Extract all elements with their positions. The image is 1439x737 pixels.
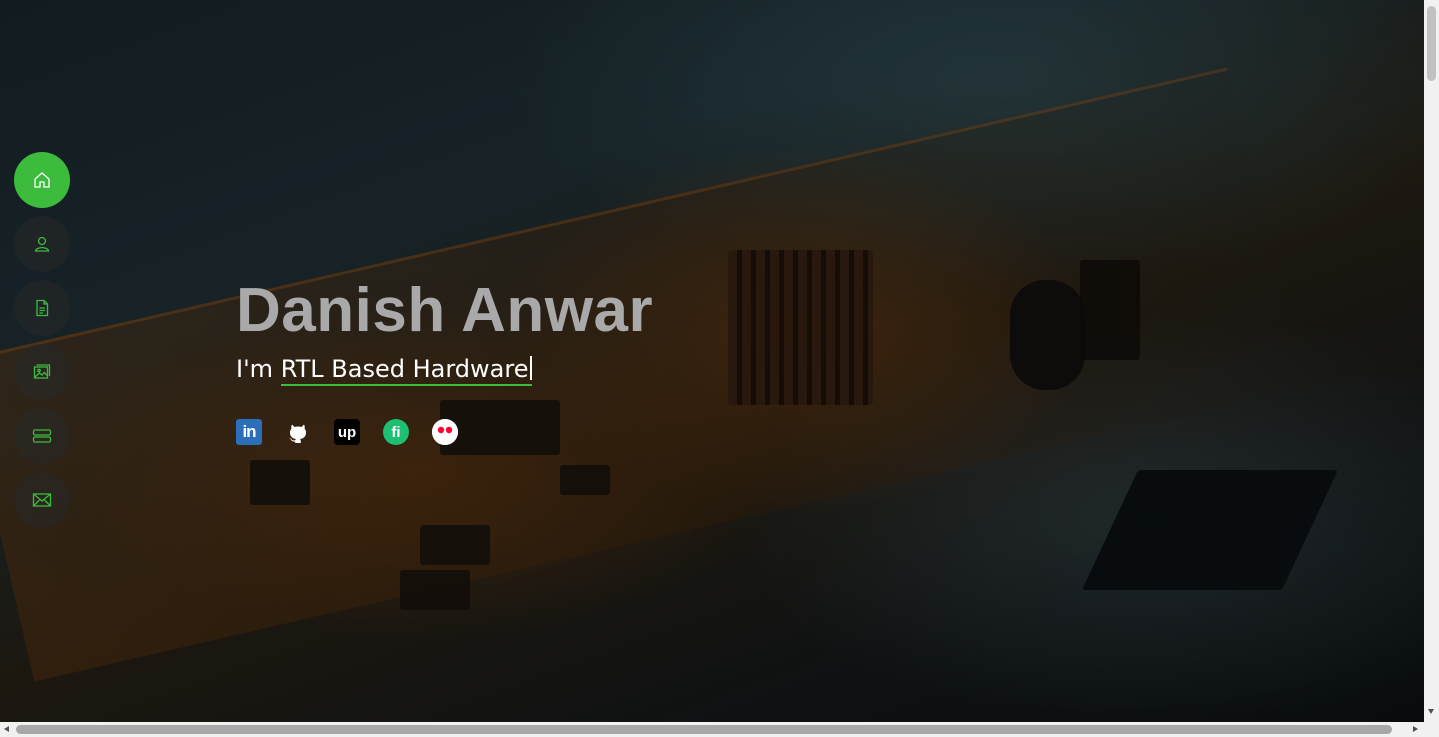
scrollbar-corner [1424, 722, 1439, 737]
linkedin-icon[interactable]: in [236, 419, 262, 445]
nav-contact-button[interactable] [14, 472, 70, 528]
envelope-icon [32, 493, 52, 507]
scroll-right-arrow-icon[interactable] [1413, 726, 1418, 732]
hero-tagline: I'm RTL Based Hardware [236, 354, 653, 386]
upwork-icon[interactable]: up [334, 419, 360, 445]
nav-about-button[interactable] [14, 216, 70, 272]
home-icon [34, 172, 50, 188]
vertical-scrollbar[interactable] [1424, 0, 1439, 722]
hero-section: Danish Anwar I'm RTL Based Hardware [236, 276, 654, 386]
nav-home-button[interactable] [14, 152, 70, 208]
flickr-icon[interactable] [432, 419, 458, 445]
nav-services-button[interactable] [14, 408, 70, 464]
social-links: in up fi [236, 419, 458, 445]
horizontal-scroll-thumb[interactable] [16, 725, 1392, 734]
linkedin-label: in [242, 422, 256, 441]
side-navigation [14, 152, 70, 536]
nav-resume-button[interactable] [14, 280, 70, 336]
fiverr-icon[interactable]: fi [383, 419, 409, 445]
github-icon[interactable] [285, 419, 311, 445]
hero-name: Danish Anwar [236, 276, 654, 345]
tagline-prefix: I'm [236, 355, 281, 383]
typed-role: RTL Based Hardware [280, 355, 533, 386]
typed-role-text: RTL Based Hardware [280, 355, 529, 383]
image-icon [33, 364, 51, 379]
upwork-label: up [337, 423, 357, 441]
flickr-logo [432, 419, 458, 445]
nav-portfolio-button[interactable] [14, 344, 70, 400]
server-icon [32, 429, 52, 443]
user-icon [34, 236, 50, 252]
document-icon [36, 299, 49, 317]
background-overlay [0, 0, 1424, 722]
scroll-down-arrow-icon[interactable] [1428, 709, 1434, 714]
fiverr-label: fi [391, 423, 401, 441]
horizontal-scrollbar[interactable] [0, 722, 1424, 737]
scroll-left-arrow-icon[interactable] [4, 726, 9, 732]
typing-caret [530, 356, 533, 380]
github-logo [289, 424, 306, 443]
hero-background: Danish Anwar I'm RTL Based Hardware in u… [0, 0, 1424, 722]
vertical-scroll-thumb[interactable] [1427, 6, 1436, 81]
